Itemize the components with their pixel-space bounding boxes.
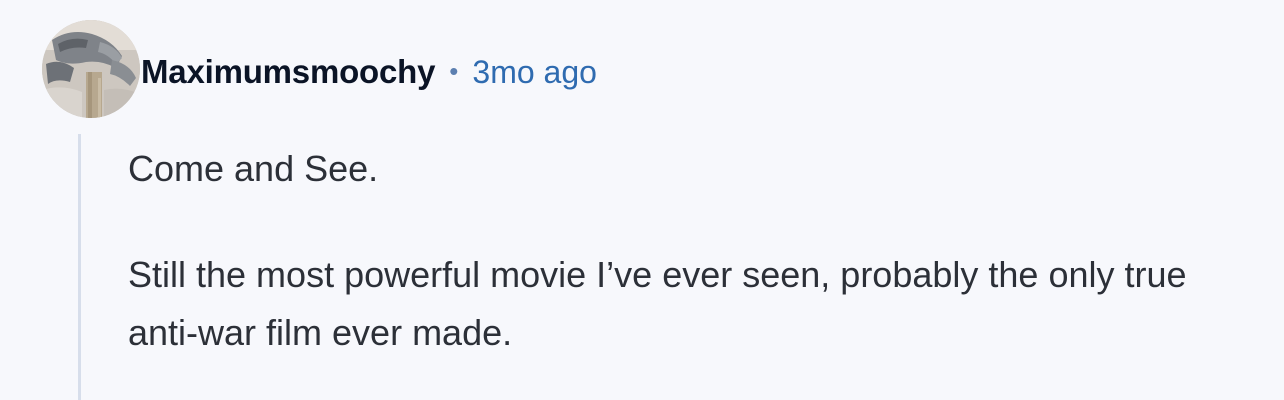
separator-dot: • bbox=[449, 55, 459, 86]
comment-paragraph: Come and See. bbox=[128, 148, 379, 189]
comment-body: Come and See. Still the most powerful mo… bbox=[128, 140, 1258, 362]
author-name[interactable]: Maximumsmoochy bbox=[141, 53, 435, 91]
comment-header: Maximumsmoochy • 3mo ago bbox=[141, 52, 597, 92]
cat-photo-avatar-icon bbox=[42, 20, 140, 118]
comment: Maximumsmoochy • 3mo ago Come and See. S… bbox=[0, 0, 1284, 400]
comment-paragraph: Still the most powerful movie I’ve ever … bbox=[128, 254, 1187, 353]
thread-line[interactable] bbox=[78, 134, 81, 400]
avatar[interactable] bbox=[42, 20, 140, 118]
timestamp[interactable]: 3mo ago bbox=[472, 54, 597, 91]
